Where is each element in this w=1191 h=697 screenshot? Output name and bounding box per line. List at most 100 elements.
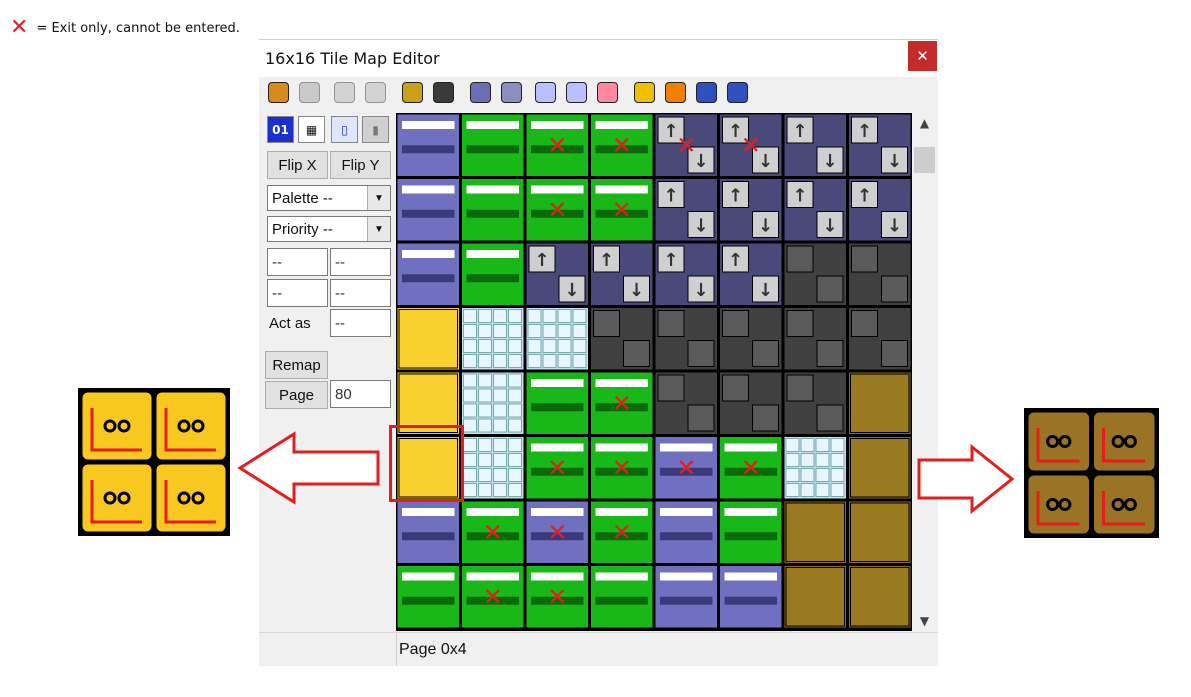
tile[interactable]	[783, 307, 847, 371]
toolbar	[259, 77, 938, 111]
tile[interactable]	[783, 371, 847, 435]
window-title: 16x16 Tile Map Editor	[265, 49, 440, 68]
select-button[interactable]	[532, 79, 559, 106]
reload-button[interactable]	[265, 79, 292, 106]
vertical-scrollbar[interactable]: ▲ ▼	[912, 113, 937, 631]
tile[interactable]	[654, 307, 718, 371]
tile[interactable]: ↑↓	[848, 113, 912, 177]
grid-icon[interactable]: ▦	[298, 116, 325, 143]
tile[interactable]	[783, 500, 847, 564]
tile[interactable]: ↑↓	[525, 242, 589, 306]
tile-sheet-canvas[interactable]: ↑↓↑↓↑↓↑↓↑↓↑↓↑↓↑↓↑↓↑↓↑↓↑↓✕ ✕ ✕ ✕✕ ✕✕ ✕✕ ✕ ✕ ✕✕ ✕ ✕✕	[396, 113, 912, 631]
delete-select-button[interactable]	[563, 79, 590, 106]
tile-sheet-view[interactable]: ↑ ↓ ↑ ↓ ↑ ↓ ↑ ↓ ↑ ↓ ↑ ↓ ↑ ↓ ↑ ↓ ↑ ↓ ↑ ↓ ↑ ↓ ↑ ↓ ✕ ✕ ✕ ✕ ✕ ✕ ✕ ✕ ✕ ✕ ✕ ✕ ✕ ✕ ✕ ✕	[396, 113, 912, 631]
svg-text:↓: ↓	[822, 151, 837, 172]
tile[interactable]	[783, 242, 847, 306]
tile[interactable]	[461, 307, 525, 371]
tile[interactable]	[396, 307, 460, 371]
left-preview-image	[81, 391, 227, 533]
close-button[interactable]: ✕	[908, 41, 937, 71]
redo-button[interactable]	[362, 79, 389, 106]
tile[interactable]	[719, 500, 783, 564]
tile[interactable]	[848, 242, 912, 306]
selection-highlight	[389, 425, 464, 502]
tile[interactable]	[590, 307, 654, 371]
tile[interactable]	[396, 113, 460, 177]
tile[interactable]	[848, 371, 912, 435]
tile[interactable]	[654, 500, 718, 564]
tile[interactable]: ↑↓	[654, 242, 718, 306]
tile[interactable]: ↑↓	[783, 113, 847, 177]
exit-only-icon: ✕	[612, 389, 632, 417]
page-field[interactable]: 80	[330, 380, 391, 408]
zoom-button[interactable]	[467, 79, 494, 106]
page-button[interactable]: Page	[265, 381, 328, 409]
tile[interactable]: ↑↓	[590, 242, 654, 306]
undo-button[interactable]	[331, 79, 358, 106]
tile[interactable]	[525, 307, 589, 371]
layer-2-button[interactable]	[430, 79, 457, 106]
layer-1-icon	[402, 82, 423, 103]
tile[interactable]	[461, 178, 525, 242]
tile[interactable]: ↑↓	[654, 178, 718, 242]
field-a1[interactable]: --	[267, 248, 328, 276]
help-orange-button[interactable]	[662, 79, 689, 106]
tile[interactable]	[719, 565, 783, 629]
field-b2[interactable]: --	[330, 279, 391, 307]
act-as-field[interactable]: --	[330, 309, 391, 337]
svg-text:↓: ↓	[693, 280, 708, 301]
scroll-thumb[interactable]	[914, 147, 935, 173]
tile[interactable]	[654, 565, 718, 629]
scroll-up-icon[interactable]: ▲	[912, 113, 937, 133]
right-pointer-arrow-icon	[917, 444, 1015, 514]
tile[interactable]	[525, 371, 589, 435]
tile[interactable]	[848, 500, 912, 564]
tile[interactable]	[396, 242, 460, 306]
tile[interactable]	[396, 178, 460, 242]
scroll-down-icon[interactable]: ▼	[912, 611, 937, 631]
paste-select-button[interactable]	[594, 79, 621, 106]
tile[interactable]	[719, 307, 783, 371]
tile[interactable]: ↑↓	[719, 242, 783, 306]
tile[interactable]	[461, 436, 525, 500]
preview-tile	[1027, 474, 1090, 535]
tile[interactable]: ↑↓	[719, 178, 783, 242]
tile[interactable]	[590, 565, 654, 629]
tile[interactable]	[654, 371, 718, 435]
tile[interactable]	[848, 307, 912, 371]
priority-select[interactable]: Priority -- ▼	[267, 216, 391, 242]
tile[interactable]	[719, 371, 783, 435]
exit-only-icon: ✕	[612, 131, 632, 159]
tile[interactable]	[461, 113, 525, 177]
status-text: Page 0x4	[399, 641, 467, 658]
tile[interactable]	[461, 242, 525, 306]
field-b1[interactable]: --	[267, 279, 328, 307]
tile[interactable]	[848, 565, 912, 629]
copy-icon[interactable]: ▮	[362, 116, 389, 143]
tile[interactable]	[461, 371, 525, 435]
tile[interactable]: ↑↓	[848, 178, 912, 242]
exit-only-icon: ✕	[741, 454, 761, 482]
palette-select[interactable]: Palette -- ▼	[267, 185, 391, 211]
palette-value: Palette --	[272, 189, 333, 207]
hex-display-icon[interactable]: 01	[267, 116, 294, 143]
help-blue-go-button[interactable]	[693, 79, 720, 106]
field-a2[interactable]: --	[330, 248, 391, 276]
tile[interactable]	[783, 436, 847, 500]
remap-button[interactable]: Remap	[265, 351, 328, 379]
save-button[interactable]	[296, 79, 323, 106]
flip-y-button[interactable]: Flip Y	[330, 151, 391, 179]
page-icon[interactable]: ▯	[331, 116, 358, 143]
barrel-button[interactable]	[498, 79, 525, 106]
tile[interactable]	[396, 565, 460, 629]
tile[interactable]: ↑↓	[783, 178, 847, 242]
help-yellow-button[interactable]	[631, 79, 658, 106]
tile[interactable]	[848, 436, 912, 500]
layer-1-button[interactable]	[399, 79, 426, 106]
tile[interactable]	[783, 565, 847, 629]
help-blue-button[interactable]	[724, 79, 751, 106]
paste-select-icon	[597, 82, 618, 103]
priority-value: Priority --	[272, 220, 333, 238]
tile[interactable]	[396, 500, 460, 564]
flip-x-button[interactable]: Flip X	[267, 151, 328, 179]
